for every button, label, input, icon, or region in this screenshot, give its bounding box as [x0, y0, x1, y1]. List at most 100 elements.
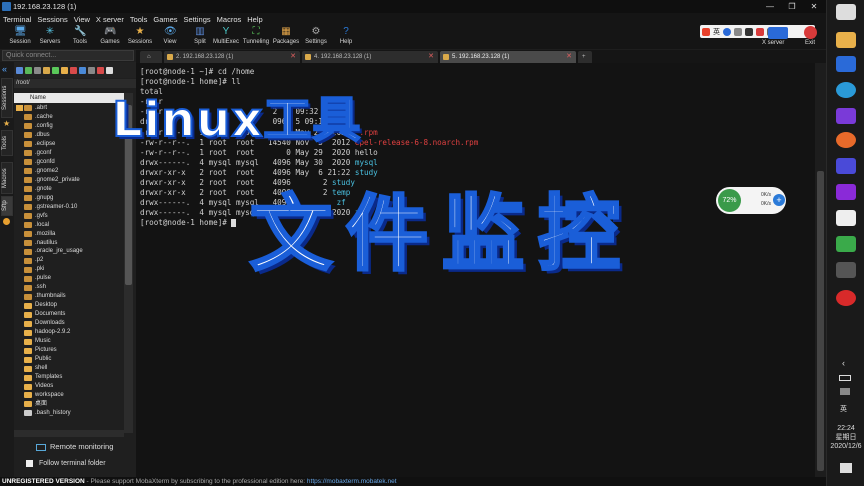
toolbar-help-button[interactable]: ? Help [330, 25, 362, 49]
list-item[interactable]: .cache [24, 113, 124, 122]
collapse-icon[interactable]: « [2, 64, 7, 74]
list-item[interactable]: .abrt [24, 104, 124, 113]
close-tab-icon[interactable]: ✕ [290, 51, 296, 63]
ime-indicator[interactable]: 英 [840, 404, 847, 414]
vtab-tools[interactable]: Tools [1, 130, 13, 156]
session-tab[interactable]: 4. 192.168.23.128 (1) ✕ [302, 51, 438, 63]
list-item[interactable]: .oracle_jre_usage [24, 248, 124, 257]
list-item[interactable]: .gnome2 [24, 167, 124, 176]
stop-icon[interactable] [97, 66, 104, 74]
search-icon[interactable] [836, 132, 856, 148]
folder-icon[interactable] [836, 32, 856, 48]
close-tab-icon[interactable]: ✕ [566, 51, 572, 63]
list-item[interactable]: Templates [24, 373, 124, 382]
settings-icon[interactable] [88, 66, 95, 74]
menu-help[interactable]: Help [247, 15, 262, 24]
list-item[interactable]: Pictures [24, 346, 124, 355]
terminal-scrollbar[interactable] [815, 63, 826, 477]
new-folder-icon[interactable] [61, 66, 68, 74]
toolbar-settings-button[interactable]: ⚙ Settings [300, 25, 332, 49]
menu-view[interactable]: View [74, 15, 90, 24]
list-item[interactable]: .gnome2_private [24, 176, 124, 185]
follow-terminal-folder-checkbox[interactable]: Follow terminal folder [26, 458, 136, 470]
notification-icon[interactable] [840, 463, 852, 473]
menu-games[interactable]: Games [153, 15, 177, 24]
list-item[interactable]: .bash_history [24, 409, 124, 418]
list-item[interactable]: workspace [24, 391, 124, 400]
list-item[interactable]: .pki [24, 265, 124, 274]
minimize-button[interactable]: — [760, 0, 780, 13]
session-tab[interactable]: 5. 192.168.23.128 (1) ✕ [440, 51, 576, 63]
list-item[interactable]: .gstreamer-0.10 [24, 203, 124, 212]
toolbar-packages-button[interactable]: ▦ Packages [270, 25, 302, 49]
home-tab[interactable]: ⌂ [140, 51, 162, 63]
up-folder-icon[interactable] [16, 66, 23, 74]
list-item[interactable]: .ssh [24, 283, 124, 292]
refresh-icon[interactable] [25, 66, 32, 74]
network-speed-widget[interactable]: 72% 0K/s 0K/s + [716, 187, 786, 214]
speed-boost-button[interactable]: + [773, 194, 785, 206]
close-button[interactable]: ✕ [804, 0, 824, 13]
list-item[interactable]: Desktop [24, 301, 124, 310]
vtab-macros[interactable]: Macros [1, 162, 13, 194]
list-item[interactable]: Videos [24, 382, 124, 391]
toolbar-games-button[interactable]: 🎮 Games [94, 25, 126, 49]
recorder-icon[interactable] [836, 290, 856, 306]
skin-icon[interactable] [756, 27, 764, 36]
file-list-hscrollbar[interactable] [14, 430, 124, 437]
list-item[interactable]: .p2 [24, 256, 124, 265]
power-icon[interactable] [804, 26, 817, 39]
toolbar-session-button[interactable]: 🖥 Session [4, 25, 36, 49]
toolbar-servers-button[interactable]: ✳ Servers [34, 25, 66, 49]
remote-monitoring-button[interactable]: Remote monitoring [36, 441, 136, 453]
mobaxterm-link[interactable]: https://mobaxterm.mobatek.net [307, 478, 397, 485]
list-item[interactable]: 桌面 [24, 400, 124, 409]
notepad-icon[interactable] [836, 210, 856, 226]
file-explorer-icon[interactable] [836, 4, 856, 20]
list-item[interactable]: hadoop-2.9.2 [24, 328, 124, 337]
battery-icon[interactable] [839, 375, 851, 381]
network-icon[interactable] [840, 388, 850, 395]
menu-settings[interactable]: Settings [184, 15, 211, 24]
vtab-sftp[interactable]: Sftp [1, 196, 13, 216]
onenote-app-icon[interactable] [836, 184, 856, 200]
list-item[interactable]: Music [24, 337, 124, 346]
edge-icon[interactable] [836, 82, 856, 98]
toolbar-multiexec-button[interactable]: Y MultiExec [210, 25, 242, 49]
vtab-sessions[interactable]: Sessions [1, 78, 13, 118]
download-icon[interactable] [34, 66, 41, 74]
new-tab-button[interactable]: + [578, 51, 592, 63]
visual-studio-icon[interactable] [836, 158, 856, 174]
checkbox-icon[interactable] [26, 459, 33, 467]
toolbar-sessions-button[interactable]: ★ Sessions [124, 25, 156, 49]
list-item[interactable]: .local [24, 221, 124, 230]
list-item[interactable]: .nautilus [24, 239, 124, 248]
quick-connect-input[interactable]: Quick connect... [2, 50, 134, 61]
menu-macros[interactable]: Macros [217, 15, 242, 24]
list-item[interactable]: .gconf [24, 149, 124, 158]
maximize-button[interactable]: ❐ [782, 0, 802, 13]
upload-icon[interactable] [43, 66, 50, 74]
menu-terminal[interactable]: Terminal [3, 15, 31, 24]
list-item[interactable]: Downloads [24, 319, 124, 328]
list-item[interactable]: .gnote [24, 185, 124, 194]
list-item[interactable]: .eclipse [24, 140, 124, 149]
view-icon[interactable] [106, 66, 113, 74]
list-item[interactable]: shell [24, 364, 124, 373]
keyboard-icon[interactable] [745, 27, 753, 36]
list-item[interactable]: .gvfs [24, 212, 124, 221]
list-item[interactable]: Documents [24, 310, 124, 319]
punctuation-icon[interactable] [734, 27, 742, 36]
x-server-icon[interactable] [768, 27, 788, 39]
session-tab[interactable]: 2. 192.168.23.128 (1) ✕ [164, 51, 300, 63]
sogou-ime-bar[interactable]: 英 [700, 25, 815, 38]
chevron-up-icon[interactable]: ‹ [842, 358, 845, 368]
moon-icon[interactable] [723, 27, 731, 36]
list-item[interactable]: .gnupg [24, 194, 124, 203]
toolbar-tools-button[interactable]: 🔧 Tools [64, 25, 96, 49]
list-item[interactable]: .mozilla [24, 230, 124, 239]
menu-x-server[interactable]: X server [96, 15, 124, 24]
new-file-icon[interactable] [52, 66, 59, 74]
toolbar-tunneling-button[interactable]: ⛶ Tunneling [240, 25, 272, 49]
clock[interactable]: 22:24 星期日 2020/12/6 [827, 424, 864, 451]
